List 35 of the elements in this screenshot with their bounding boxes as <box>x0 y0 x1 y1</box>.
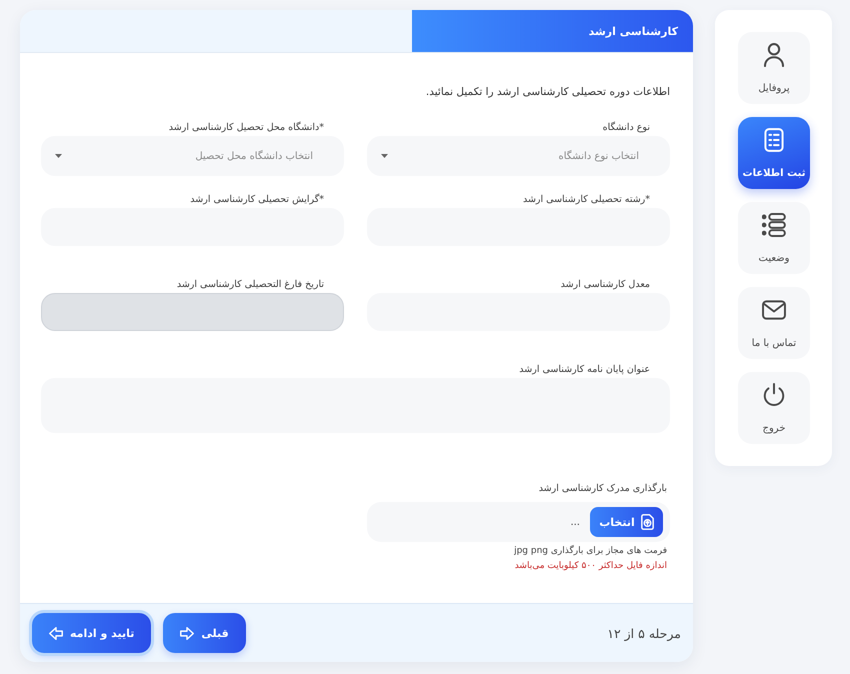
choose-file-button[interactable]: انتخاب <box>590 507 663 537</box>
dropdown-field[interactable]: انتخاب نوع دانشگاه <box>367 136 670 176</box>
sidebar-item[interactable]: ثبت اطلاعات <box>738 117 810 189</box>
right-arrow-icon <box>180 626 194 640</box>
user-icon <box>762 43 786 67</box>
field-label: نوع دانشگاه <box>602 120 651 135</box>
sidebar-item[interactable]: خروج <box>738 372 810 444</box>
field-label: بارگذاری مدرک کارشناسی ارشد <box>538 482 668 496</box>
field-label: *دانشگاه محل تحصیل کارشناسی ارشد <box>168 120 325 135</box>
field-label: *رشته تحصیلی کارشناسی ارشد <box>522 193 651 207</box>
caret-icon <box>55 154 62 158</box>
field-label: عنوان پایان نامه کارشناسی ارشد <box>518 363 651 377</box>
dropdown-field[interactable]: انتخاب دانشگاه محل تحصیل <box>41 136 344 176</box>
sidebar-item[interactable]: وضعیت <box>738 202 810 274</box>
checklist-icon <box>762 128 786 152</box>
step-counter-text: مرحله ۵ از ۱۲ <box>607 626 681 640</box>
previous-button[interactable]: قبلی <box>163 613 246 653</box>
caret-icon <box>381 154 388 158</box>
sidebar-item[interactable]: تماس با ما <box>738 287 810 359</box>
format-hint-text: فرمت های مجاز برای بارگذاری jpg png <box>513 544 668 558</box>
intro-text: اطلاعات دوره تحصیلی کارشناسی ارشد را تکمیل نمائید. <box>424 85 670 100</box>
file-upload-field[interactable]: انتخاب ... <box>367 502 670 542</box>
field-label: معدل کارشناسی ارشد <box>560 278 651 292</box>
mail-icon <box>762 298 786 322</box>
section-title-banner: کارشناسی ارشد <box>412 10 693 52</box>
power-icon <box>762 383 786 407</box>
field-label: تاریخ فارغ التحصیلی کارشناسی ارشد <box>176 278 325 292</box>
sidebar-item[interactable]: پروفایل <box>738 32 810 104</box>
file-upload-icon <box>640 514 654 530</box>
list-icon <box>762 213 786 237</box>
left-arrow-icon <box>49 626 63 640</box>
size-limit-text: اندازه فایل حداکثر ۵۰۰ کیلوبایت می‌باشد <box>514 560 668 573</box>
continue-button[interactable]: تایید و ادامه <box>32 613 152 653</box>
file-name-text: ... <box>570 516 580 528</box>
field-label: *گرایش تحصیلی کارشناسی ارشد <box>189 192 325 207</box>
